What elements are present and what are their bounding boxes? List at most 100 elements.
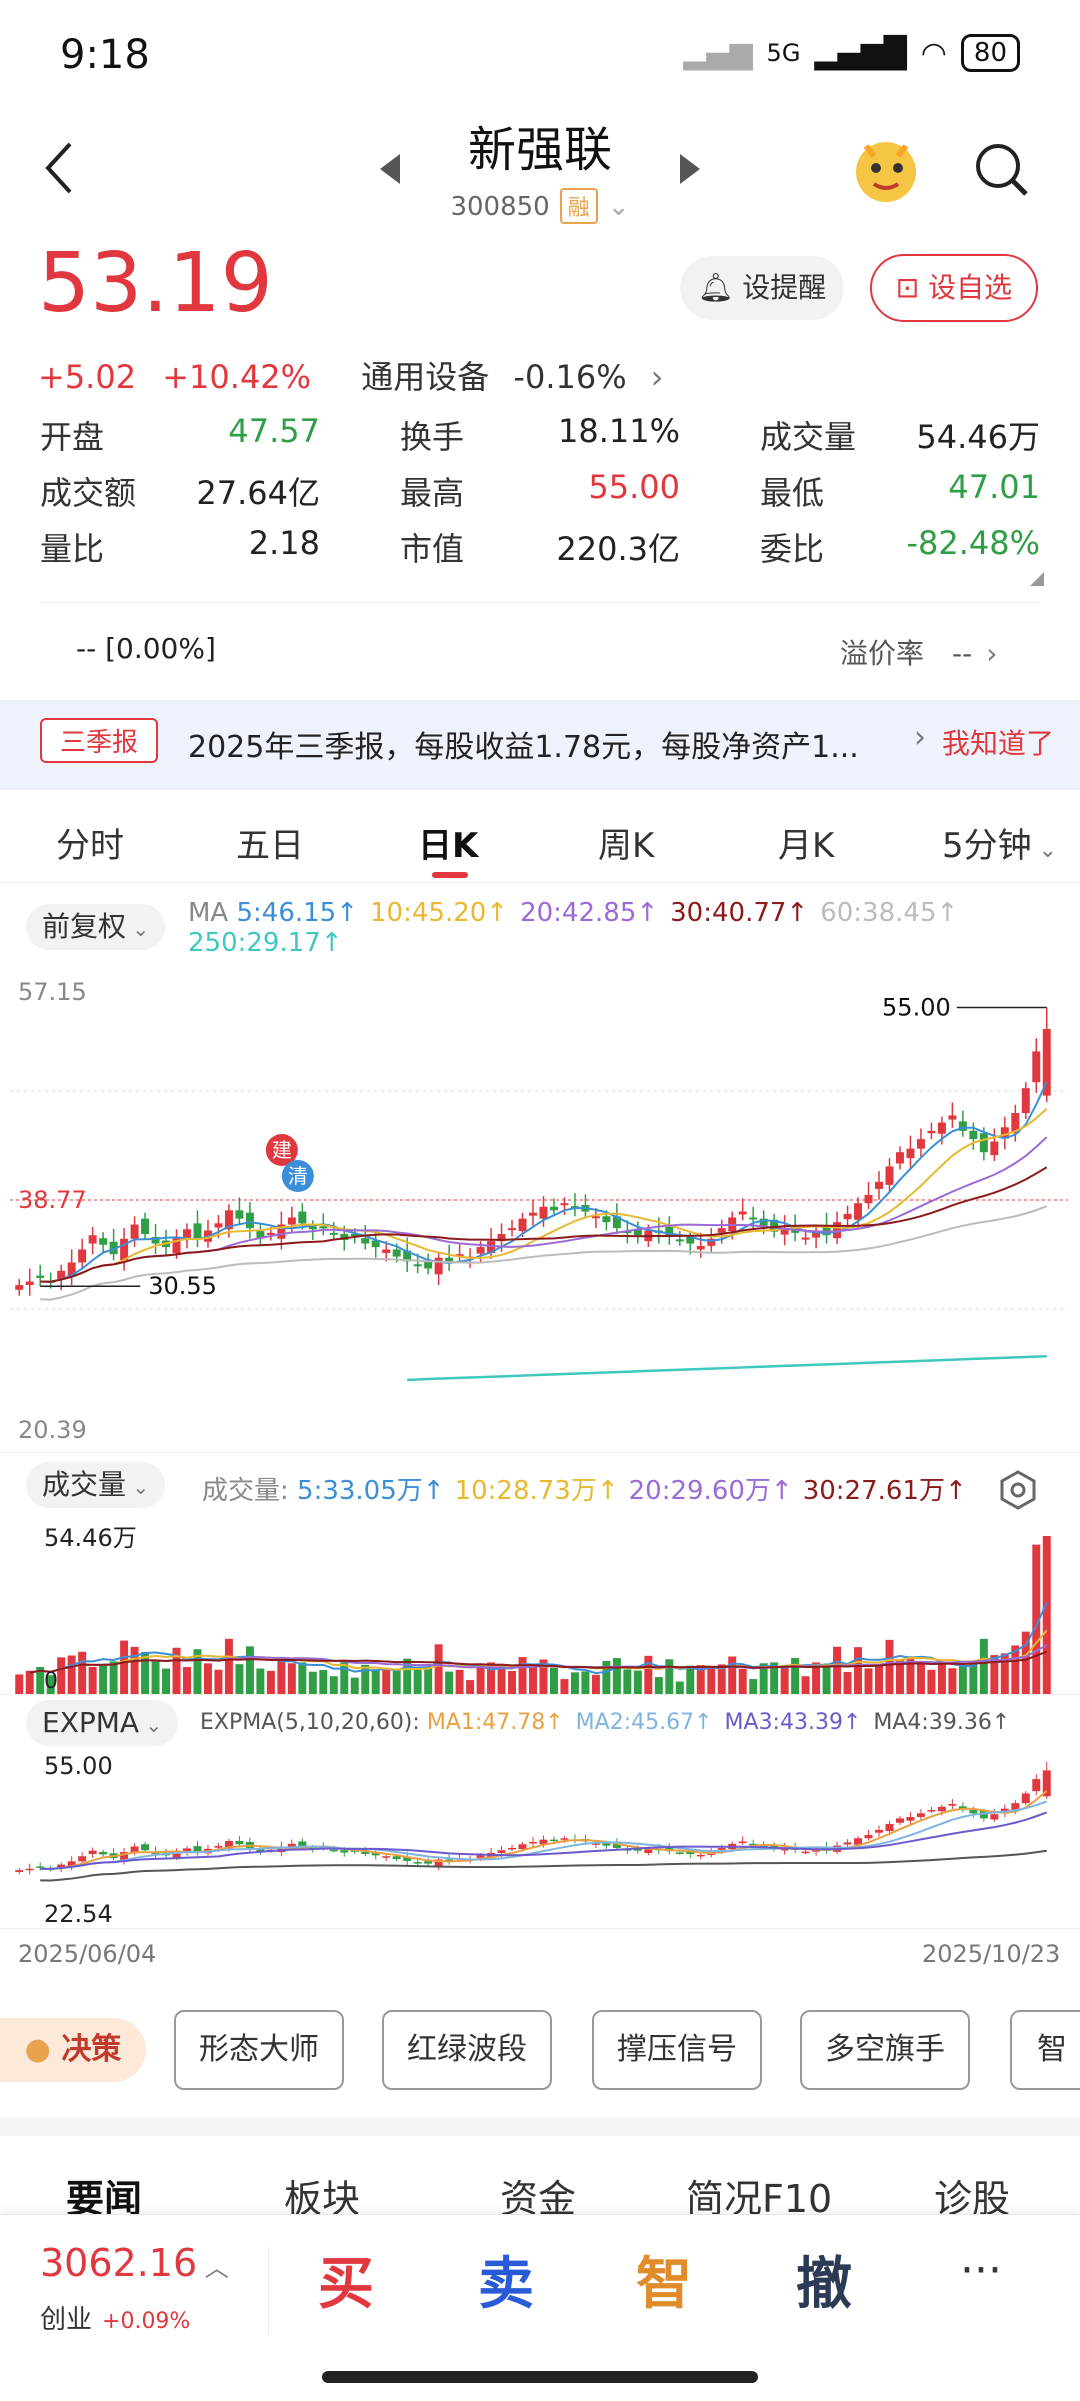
signal-bars-icon: ▂▄▆█ — [814, 35, 907, 71]
volume-bar — [570, 1672, 579, 1694]
smart-button[interactable]: 智 — [636, 2239, 692, 2320]
cancel-order-button[interactable]: 撤 — [796, 2239, 852, 2320]
expma-item: MA2:45.67↑ — [575, 1710, 713, 1735]
status-time: 9:18 — [60, 32, 150, 78]
candlestick-chart[interactable]: 57.15 38.77 20.39 55.00 30.55 建清 — [0, 970, 1080, 1450]
candle — [738, 1211, 747, 1215]
notice-banner[interactable]: 三季报 2025年三季报，每股收益1.78元，每股净资产1... › 我知道了 — [0, 700, 1080, 790]
candle — [508, 1228, 517, 1231]
chevron-up-icon: ︿ — [197, 2254, 229, 2282]
volume-bar — [843, 1672, 852, 1694]
sell-button[interactable]: 卖 — [478, 2239, 534, 2320]
tool-label: 红绿波段 — [407, 2032, 527, 2067]
settings-icon[interactable] — [998, 1470, 1038, 1510]
candle — [979, 1133, 988, 1153]
y-axis-top: 57.15 — [18, 978, 87, 1006]
tool-support-resistance[interactable]: 撑压信号 — [592, 2010, 762, 2090]
add-watchlist-button[interactable]: ⊡ 设自选 — [870, 254, 1038, 322]
volume-bar — [549, 1667, 558, 1694]
candle — [25, 1281, 34, 1286]
volume-bar — [25, 1670, 34, 1694]
divider — [0, 1694, 1080, 1695]
candle — [214, 1223, 223, 1228]
sector-name[interactable]: 通用设备 — [361, 358, 489, 396]
candle — [801, 1237, 810, 1240]
search-icon[interactable] — [970, 138, 1034, 202]
tool-red-green-band[interactable]: 红绿波段 — [382, 2010, 552, 2090]
tab-daily-k[interactable]: 日K — [418, 818, 478, 867]
volume-bar — [235, 1664, 244, 1694]
next-stock-icon[interactable] — [676, 152, 702, 186]
notice-dismiss[interactable]: 我知道了 — [942, 722, 1054, 762]
tool-bull-bear[interactable]: 多空旗手 — [800, 2010, 970, 2090]
volume-bar — [518, 1657, 527, 1694]
candle — [854, 1203, 863, 1220]
expma-candle — [392, 1856, 401, 1860]
candle — [717, 1228, 726, 1233]
build-marker-text: 建 — [272, 1138, 292, 1162]
decision-tag[interactable]: ● 决策 — [0, 2018, 146, 2082]
expma-candle — [738, 1841, 747, 1843]
expma-candle — [78, 1856, 87, 1862]
expma-candle — [518, 1844, 527, 1850]
tab-weekly-k[interactable]: 周K — [598, 818, 654, 867]
expma-candle — [298, 1841, 307, 1847]
tool-pattern-master[interactable]: 形态大师 — [174, 2010, 344, 2090]
premium-row[interactable]: 溢价率 -- › — [840, 632, 997, 672]
expma-chart[interactable]: 55.00 22.54 — [0, 1750, 1080, 1930]
set-alert-label: 设提醒 — [742, 271, 827, 304]
expma-label: EXPMA — [42, 1706, 140, 1739]
candle — [843, 1213, 852, 1220]
candle — [906, 1148, 915, 1159]
y-axis-mid: 38.77 — [18, 1186, 87, 1214]
divider — [0, 1452, 1080, 1453]
tab-monthly-k[interactable]: 月K — [778, 818, 834, 867]
max-label: 55.00 — [882, 994, 951, 1022]
candle — [539, 1206, 548, 1219]
home-indicator — [322, 2371, 758, 2383]
expma-selector[interactable]: EXPMA ⌄ — [26, 1700, 179, 1746]
candle — [937, 1122, 946, 1134]
expma-candle — [864, 1835, 873, 1839]
volume-bar — [109, 1661, 118, 1694]
volume-ma-item: 10:28.73万↑ — [454, 1476, 619, 1506]
mascot-icon[interactable] — [848, 130, 924, 206]
expand-corner-icon[interactable] — [1030, 572, 1044, 586]
tab-intraday[interactable]: 分时 — [56, 818, 124, 867]
candle — [434, 1257, 443, 1275]
volume-bar — [937, 1661, 946, 1694]
volume-bar — [1042, 1536, 1051, 1694]
expma-top-label: 55.00 — [44, 1752, 113, 1780]
start-date: 2025/06/04 — [18, 1940, 157, 1968]
adjust-selector[interactable]: 前复权 ⌄ — [26, 904, 166, 950]
volume-bar — [560, 1679, 569, 1694]
candle — [476, 1247, 485, 1254]
more-dots-icon: ⊡ — [895, 271, 920, 304]
tab-5min-label: 5分钟 — [942, 826, 1032, 866]
more-button[interactable]: ··· — [960, 2245, 1002, 2296]
volume-selector[interactable]: 成交量 ⌄ — [26, 1462, 166, 1508]
tab-5min[interactable]: 5分钟 ⌄ — [942, 818, 1057, 867]
expma-candle — [1021, 1793, 1030, 1804]
set-alert-button[interactable]: 🔔︎ 设提醒 — [680, 256, 844, 320]
expma-candle — [602, 1843, 611, 1846]
buy-button[interactable]: 买 — [318, 2239, 374, 2320]
volume-bar — [214, 1669, 223, 1694]
ma-item: 30:40.77↑ — [670, 898, 809, 928]
volume-ma-line — [29, 1644, 1048, 1674]
quote-table: 开盘 47.57 换手 18.11% 成交量 54.46万 成交额 27.64亿 最高 55.00… — [40, 412, 1040, 582]
volume-bar — [728, 1656, 737, 1694]
volume-zero-label: 0 — [44, 1669, 58, 1694]
expma-candle — [990, 1814, 999, 1820]
candle — [319, 1226, 328, 1229]
tool-label: 撑压信号 — [617, 2032, 737, 2067]
volume-chart[interactable]: 54.46万 0 — [0, 1516, 1080, 1694]
index-value[interactable]: 3062.16 ︿ — [40, 2241, 229, 2285]
tab-five-day[interactable]: 五日 — [236, 818, 304, 867]
candle — [927, 1130, 936, 1134]
volume-ma-item: 5:33.05万↑ — [297, 1476, 445, 1506]
volume-bar — [466, 1680, 475, 1694]
volume-bar — [749, 1679, 758, 1694]
tool-more[interactable]: 智 — [1010, 2010, 1080, 2090]
expma-candle — [497, 1850, 506, 1854]
